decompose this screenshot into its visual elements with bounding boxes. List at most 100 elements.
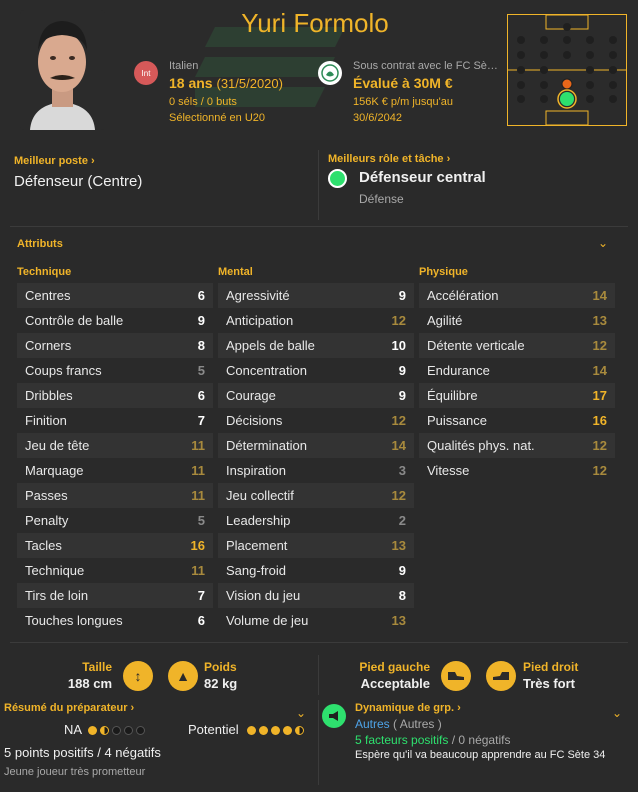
attribute-row[interactable]: Penalty 5	[17, 508, 213, 533]
attribute-name: Accélération	[427, 288, 499, 303]
divider	[318, 150, 319, 220]
attribute-row[interactable]: Vision du jeu 8	[218, 583, 414, 608]
attribute-row[interactable]: Technique 11	[17, 558, 213, 583]
attribute-row[interactable]: Appels de balle 10	[218, 333, 414, 358]
chevron-down-icon[interactable]: ⌄	[598, 236, 608, 250]
attribute-row[interactable]: Finition 7	[17, 408, 213, 433]
attribute-row[interactable]: Anticipation 12	[218, 308, 414, 333]
age-value: 18 ans	[169, 75, 213, 91]
attribute-row[interactable]: Agressivité 9	[218, 283, 414, 308]
best-role-value[interactable]: Défenseur central	[359, 169, 486, 186]
attribute-value: 12	[592, 438, 607, 453]
attribute-row[interactable]: Inspiration 3	[218, 458, 414, 483]
attribute-row[interactable]: Placement 13	[218, 533, 414, 558]
duty-indicator-icon	[328, 169, 347, 188]
attribute-value: 9	[398, 363, 406, 378]
divider	[318, 700, 319, 785]
factors-separator: /	[451, 733, 456, 747]
attribute-row[interactable]: Équilibre 17	[419, 383, 615, 408]
attribute-name: Agilité	[427, 313, 463, 328]
attribute-row[interactable]: Coups francs 5	[17, 358, 213, 383]
report-note: Jeune joueur très prometteur	[4, 766, 146, 778]
attribute-row[interactable]: Jeu collectif 12	[218, 483, 414, 508]
attribute-value: 5	[197, 363, 205, 378]
attribute-name: Agressivité	[226, 288, 290, 303]
nationality[interactable]: Italien	[169, 60, 198, 72]
best-role-label[interactable]: Meilleurs rôle et tâche ›	[328, 153, 450, 165]
attributes-title: Attributs	[17, 238, 63, 250]
attribute-value: 16	[190, 538, 205, 553]
attribute-value: 13	[391, 613, 406, 628]
technique-title: Technique	[17, 266, 72, 278]
coach-report-title[interactable]: Résumé du préparateur ›	[4, 702, 134, 714]
star-icon	[100, 726, 109, 736]
attribute-name: Sang-froid	[226, 563, 286, 578]
attribute-row[interactable]: Dribbles 6	[17, 383, 213, 408]
attribute-row[interactable]: Accélération 14	[419, 283, 615, 308]
attribute-row[interactable]: Passes 11	[17, 483, 213, 508]
value: Évalué à 30M €	[353, 75, 453, 91]
best-position-label[interactable]: Meilleur poste ›	[14, 155, 95, 167]
star-icon	[259, 726, 268, 736]
attribute-row[interactable]: Courage 9	[218, 383, 414, 408]
attribute-row[interactable]: Tacles 16	[17, 533, 213, 558]
attribute-row[interactable]: Détente verticale 12	[419, 333, 615, 358]
best-position-value[interactable]: Défenseur (Centre)	[14, 173, 142, 190]
attribute-row[interactable]: Agilité 13	[419, 308, 615, 333]
dynamics-group[interactable]: Autres ( Autres )	[355, 717, 442, 731]
attribute-name: Tacles	[25, 538, 62, 553]
attribute-value: 6	[197, 388, 205, 403]
attribute-row[interactable]: Concentration 9	[218, 358, 414, 383]
attribute-name: Leadership	[226, 513, 291, 528]
caps: 0 séls / 0 buts	[169, 96, 237, 108]
attribute-row[interactable]: Touches longues 6	[17, 608, 213, 633]
dynamics-group-name[interactable]: Autres	[355, 717, 390, 731]
chevron-down-icon[interactable]: ⌄	[296, 706, 306, 720]
attribute-row[interactable]: Sang-froid 9	[218, 558, 414, 583]
attribute-value: 10	[391, 338, 406, 353]
right-foot-value: Très fort	[523, 676, 576, 691]
attribute-row[interactable]: Tirs de loin 7	[17, 583, 213, 608]
star-icon	[88, 726, 97, 736]
attribute-row[interactable]: Corners 8	[17, 333, 213, 358]
attribute-value: 13	[391, 538, 406, 553]
attribute-row[interactable]: Décisions 12	[218, 408, 414, 433]
attribute-row[interactable]: Détermination 14	[218, 433, 414, 458]
attribute-value: 16	[592, 413, 607, 428]
star-icon	[247, 726, 256, 736]
chevron-down-icon[interactable]: ⌄	[612, 706, 622, 720]
attribute-row[interactable]: Qualités phys. nat. 12	[419, 433, 615, 458]
attribute-value: 9	[398, 563, 406, 578]
attribute-value: 3	[398, 463, 406, 478]
weight-value: 82 kg	[204, 676, 238, 691]
star-icon	[271, 726, 280, 736]
attribute-value: 12	[391, 488, 406, 503]
attribute-row[interactable]: Vitesse 12	[419, 458, 615, 483]
club-crest-icon[interactable]	[318, 61, 342, 85]
attribute-value: 14	[592, 363, 607, 378]
attribute-value: 14	[391, 438, 406, 453]
attribute-name: Décisions	[226, 413, 283, 428]
contract-club[interactable]: Sous contrat avec le FC Sè…	[353, 60, 498, 72]
best-role-duty: Défense	[359, 192, 404, 206]
selection[interactable]: Sélectionné en U20	[169, 112, 265, 124]
attribute-name: Équilibre	[427, 388, 478, 403]
dynamics-title[interactable]: Dynamique de grp. ›	[355, 702, 461, 714]
attribute-row[interactable]: Volume de jeu 13	[218, 608, 414, 633]
italy-flag-icon[interactable]: Int	[134, 61, 158, 85]
dynamics-group-paren: ( Autres )	[393, 717, 442, 731]
attribute-row[interactable]: Centres 6	[17, 283, 213, 308]
position-pitch[interactable]	[507, 14, 627, 126]
attribute-row[interactable]: Jeu de tête 11	[17, 433, 213, 458]
attribute-name: Penalty	[25, 513, 69, 528]
contract-end: 30/6/2042	[353, 112, 402, 124]
attribute-row[interactable]: Marquage 11	[17, 458, 213, 483]
attribute-row[interactable]: Contrôle de balle 9	[17, 308, 213, 333]
attribute-row[interactable]: Leadership 2	[218, 508, 414, 533]
attribute-row[interactable]: Endurance 14	[419, 358, 615, 383]
attribute-name: Vitesse	[427, 463, 470, 478]
attribute-name: Touches longues	[25, 613, 123, 628]
left-foot-value: Acceptable	[360, 676, 430, 691]
megaphone-icon	[322, 704, 346, 728]
attribute-row[interactable]: Puissance 16	[419, 408, 615, 433]
